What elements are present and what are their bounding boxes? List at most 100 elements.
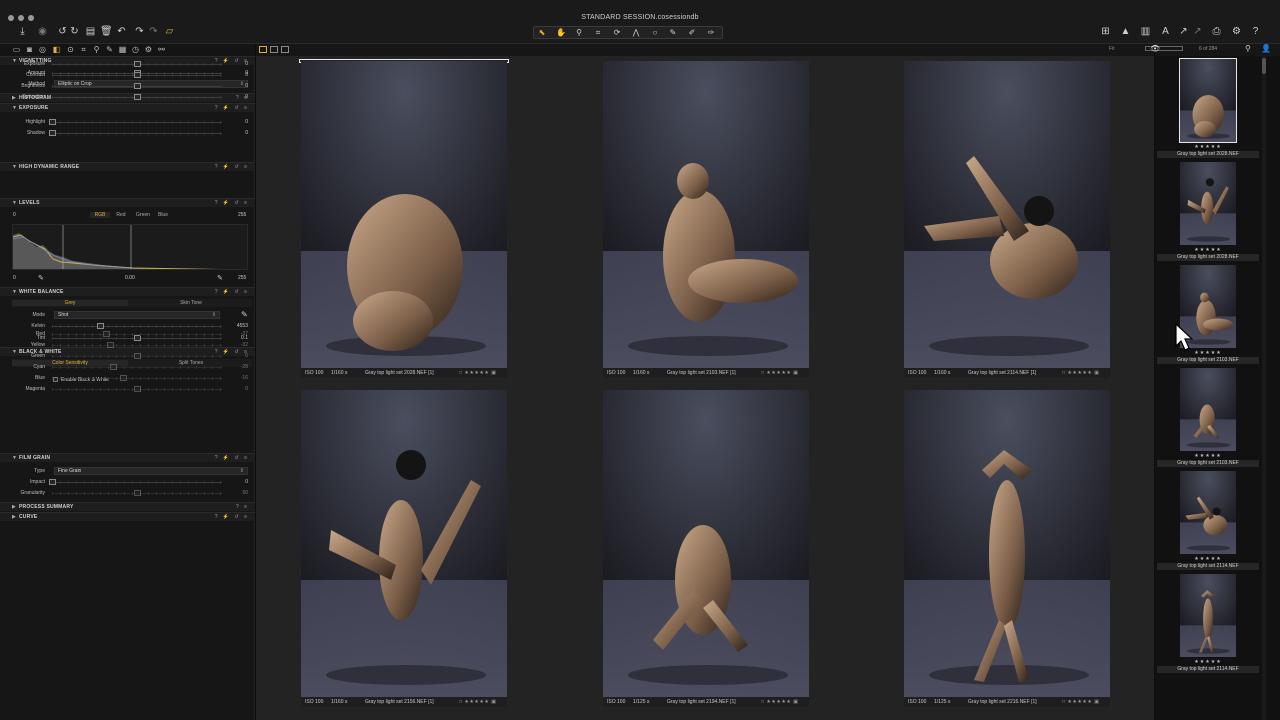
filmstrip-rating[interactable]: ★★★★★ xyxy=(1155,144,1261,150)
levels-header[interactable]: ▼ LEVELS ? ⚡ ↺ ≡ xyxy=(0,198,255,207)
rating-stars[interactable]: ★★★★★ xyxy=(464,699,489,705)
slider-thumb[interactable] xyxy=(134,386,141,392)
slider-track[interactable] xyxy=(52,367,222,368)
section-tool-icons[interactable]: ? ⚡ ↺ ≡ xyxy=(215,200,249,206)
section-tool-icons[interactable]: ? ⚡ ↺ ≡ xyxy=(215,455,249,461)
settings-icon[interactable]: ⚙ xyxy=(1231,26,1242,37)
slider-thumb[interactable] xyxy=(134,94,141,100)
search-icon[interactable]: ⚲ xyxy=(1245,44,1251,53)
thumbnail-image[interactable] xyxy=(904,390,1110,697)
variant-icon[interactable]: ▣ xyxy=(1094,699,1099,705)
cursor-tools-icon[interactable]: ↗ xyxy=(1178,26,1189,37)
spot-removal-icon[interactable]: ○ xyxy=(650,28,660,38)
slider-thumb[interactable] xyxy=(103,331,111,337)
trash-icon[interactable]: 🗑 xyxy=(100,26,113,37)
section-tool-icons[interactable]: ? ⚡ ↺ ≡ xyxy=(215,289,249,295)
text-icon[interactable]: A xyxy=(1160,26,1171,37)
brush-icon[interactable]: ✎ xyxy=(668,28,678,38)
exposure-header[interactable]: ▼ EXPOSURE ? ⚡ ↺ ≡ xyxy=(0,103,255,112)
loupe-icon[interactable]: ⚲ xyxy=(574,28,584,38)
slider-thumb[interactable] xyxy=(120,375,128,381)
channel-tab-blue[interactable]: Blue xyxy=(154,212,172,218)
library-tab-icon[interactable]: ▭ xyxy=(12,45,21,54)
camera-icon[interactable]: ◉ xyxy=(37,26,48,37)
slider-thumb[interactable] xyxy=(134,83,141,89)
filmstrip-thumbnail[interactable] xyxy=(1179,58,1237,143)
filmstrip-thumbnail[interactable] xyxy=(1180,368,1236,451)
slider-thumb[interactable] xyxy=(134,72,141,78)
picker-icon[interactable]: ✐ xyxy=(687,28,697,38)
star-rating[interactable]: □ ★★★★★ ▣ xyxy=(761,368,798,378)
details-tab-icon[interactable]: ⚲ xyxy=(92,45,101,54)
exposure-tab-icon[interactable]: ⊙ xyxy=(66,45,75,54)
link-icon[interactable]: ↗ xyxy=(1192,26,1203,37)
curve-header[interactable]: ▶ CURVE ? ⚡ ↺ ≡ xyxy=(0,512,255,521)
thumbnail-image[interactable] xyxy=(301,390,507,697)
filmstrip-rating[interactable]: ★★★★★ xyxy=(1155,247,1261,253)
filmstrip-rating[interactable]: ★★★★★ xyxy=(1155,350,1261,356)
white-balance-header[interactable]: ▼ WHITE BALANCE ? ⚡ ↺ ≡ xyxy=(0,287,255,296)
section-tool-icons[interactable]: ? ⚡ ↺ ≡ xyxy=(215,164,249,170)
rating-stars[interactable]: ★★★★★ xyxy=(766,370,791,376)
wb-picker-icon[interactable]: ✎ xyxy=(241,310,248,319)
variant-icon[interactable]: ▣ xyxy=(793,370,798,376)
rotate-right-icon[interactable]: ↻ xyxy=(69,26,80,37)
copy-adjustments-icon[interactable]: ▱ xyxy=(164,26,175,37)
filmstrip-thumbnail[interactable] xyxy=(1180,471,1236,554)
exposure-warning-icon[interactable]: ▥ xyxy=(1140,26,1151,37)
import-icon[interactable]: ⤓ xyxy=(17,26,28,37)
color-tab-icon[interactable]: ◧ xyxy=(52,45,61,54)
slider-track[interactable] xyxy=(52,122,222,123)
eye-icon[interactable]: 👁 xyxy=(1150,44,1160,53)
lens-tab-icon[interactable]: ◎ xyxy=(38,45,47,54)
filmstrip-item[interactable]: ★★★★★ Gray top light set 2114.NEF xyxy=(1155,571,1261,674)
filmstrip-item[interactable]: ★★★★★ Gray top light set 2028.NEF xyxy=(1155,56,1261,159)
metadata-tab-icon[interactable]: ◷ xyxy=(131,45,140,54)
list-mode-button[interactable] xyxy=(270,46,278,53)
granularity-slider-thumb[interactable] xyxy=(134,490,141,496)
slider-track[interactable] xyxy=(52,334,222,335)
rotate-left-icon[interactable]: ↺ xyxy=(57,26,68,37)
slider-thumb[interactable] xyxy=(134,61,141,67)
filmstrip-thumbnail[interactable] xyxy=(1180,162,1236,245)
slider-thumb[interactable] xyxy=(106,342,114,348)
grid-mode-button[interactable] xyxy=(259,46,267,53)
print-icon[interactable]: ⎙ xyxy=(1211,26,1222,37)
process-summary-header[interactable]: ▶ PROCESS SUMMARY ? ≡ xyxy=(0,502,255,511)
batch-tab-icon[interactable]: ⚯ xyxy=(157,45,166,54)
impact-slider[interactable] xyxy=(52,482,222,483)
scrollbar-thumb[interactable] xyxy=(1262,58,1266,74)
rating-stars[interactable]: ★★★★★ xyxy=(1067,699,1092,705)
user-icon[interactable]: 👤 xyxy=(1261,44,1271,53)
filmstrip-mode-button[interactable] xyxy=(281,46,289,53)
slider-track[interactable] xyxy=(52,378,222,379)
grain-type-dropdown[interactable]: Fine Grain xyxy=(54,467,248,475)
warning-icon[interactable]: ▲ xyxy=(1120,26,1131,37)
rating-stars[interactable]: ★★★★★ xyxy=(766,699,791,705)
white-point-picker-icon[interactable]: ✎ xyxy=(217,274,223,282)
rating-stars[interactable]: ★★★★★ xyxy=(464,370,489,376)
slider-track[interactable] xyxy=(52,345,222,346)
redo-back-icon[interactable]: ↷ xyxy=(134,26,145,37)
film-grain-header[interactable]: ▼ FILM GRAIN ? ⚡ ↺ ≡ xyxy=(0,453,255,462)
slider-thumb[interactable] xyxy=(134,353,141,359)
keystone-icon[interactable]: ⋀ xyxy=(631,28,641,38)
composition-tab-icon[interactable]: ⌗ xyxy=(79,45,88,54)
section-tool-icons[interactable]: ? ⚡ ↺ ≡ xyxy=(215,105,249,111)
capture-tab-icon[interactable]: ◙ xyxy=(25,45,34,54)
local-adjustments-tab-icon[interactable]: ✎ xyxy=(105,45,114,54)
star-rating[interactable]: □ ★★★★★ ▣ xyxy=(1062,368,1099,378)
slider-thumb[interactable] xyxy=(49,119,56,125)
thumbnail-image[interactable] xyxy=(301,61,507,368)
filmstrip-item[interactable]: ★★★★★ Gray top light set 2028.NEF xyxy=(1155,159,1261,262)
crop-icon[interactable]: ⌗ xyxy=(593,28,603,38)
pan-hand-icon[interactable]: ✋ xyxy=(556,28,566,38)
thumbnail-image[interactable] xyxy=(603,390,809,697)
section-tool-icons[interactable]: ? ⚡ ↺ ≡ xyxy=(215,514,249,520)
wb-mode-dropdown[interactable]: Shot xyxy=(54,311,220,319)
wb-tab-grey[interactable]: Grey xyxy=(12,300,128,306)
section-tool-icons[interactable]: ? ≡ xyxy=(236,504,249,510)
filmstrip-thumbnail[interactable] xyxy=(1180,574,1236,657)
copy-apply-icon[interactable]: ✑ xyxy=(706,28,716,38)
rotate-tool-icon[interactable]: ⟳ xyxy=(612,28,622,38)
